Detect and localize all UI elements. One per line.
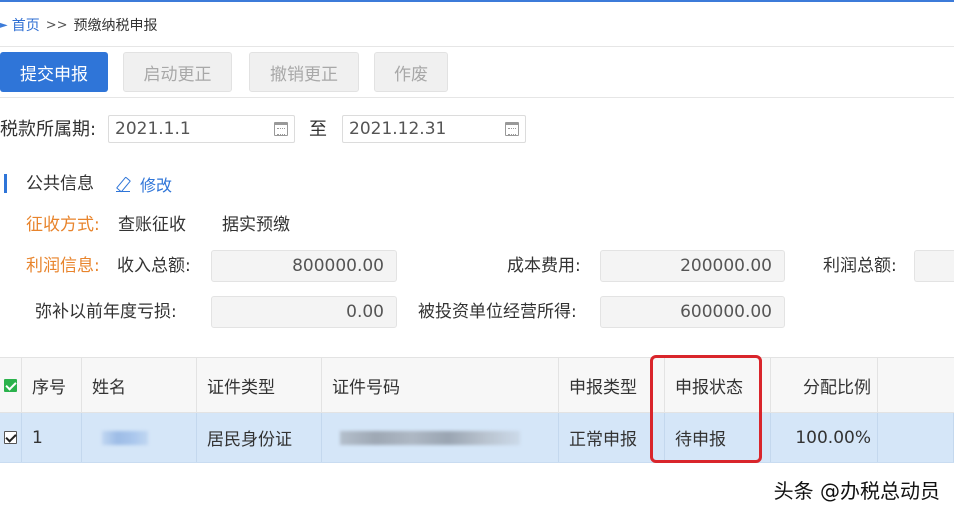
total-income-field: 800000.00 xyxy=(211,250,397,282)
status-highlight-box xyxy=(650,355,762,463)
row-name-cell xyxy=(82,413,197,462)
cost-field: 200000.00 xyxy=(600,250,785,282)
divider xyxy=(0,46,954,47)
cancel-correction-button[interactable]: 撤销更正 xyxy=(249,52,359,92)
row-extra xyxy=(878,413,954,462)
period-end-date-input[interactable]: 2021.12.31 xyxy=(342,115,526,143)
profit-info-label: 利润信息: xyxy=(26,256,100,276)
edit-label: 修改 xyxy=(140,176,173,195)
watermark: 头条 @办税总动员 xyxy=(773,479,940,503)
investee-income-label: 被投资单位经营所得: xyxy=(418,302,577,322)
header-name: 姓名 xyxy=(82,358,197,412)
row-select-cell[interactable] xyxy=(0,413,22,462)
select-all-cell[interactable] xyxy=(0,358,22,412)
row-ratio: 100.00% xyxy=(771,413,878,462)
investor-table: 序号 姓名 证件类型 证件号码 申报类型 申报状态 分配比例 1 居民身份证 正… xyxy=(0,357,954,463)
edit-public-info-link[interactable]: 修改 xyxy=(116,173,172,195)
row-id-type: 居民身份证 xyxy=(197,413,322,462)
breadcrumb-separator: >> xyxy=(45,17,68,33)
breadcrumb-current: 预缴纳税申报 xyxy=(73,18,158,34)
prior-loss-label: 弥补以前年度亏损: xyxy=(35,302,177,322)
edit-pen-icon xyxy=(116,176,132,192)
row-index: 1 xyxy=(22,413,82,462)
header-id-type: 证件类型 xyxy=(197,358,322,412)
breadcrumb-caret-icon: ► xyxy=(0,19,8,31)
select-all-checkbox[interactable] xyxy=(4,378,17,392)
cost-label: 成本费用: xyxy=(507,256,581,276)
period-start-value: 2021.1.1 xyxy=(115,119,191,139)
top-accent-line xyxy=(0,0,954,2)
redacted-id-number xyxy=(340,430,520,445)
public-info-title: 公共信息 xyxy=(26,174,94,194)
period-to-label: 至 xyxy=(309,119,327,140)
header-ratio: 分配比例 xyxy=(771,358,878,412)
calendar-icon[interactable] xyxy=(505,122,519,136)
table-header: 序号 姓名 证件类型 证件号码 申报类型 申报状态 分配比例 xyxy=(0,357,954,413)
section-marker xyxy=(4,174,7,193)
row-id-number-cell xyxy=(322,413,559,462)
row-checkbox[interactable] xyxy=(4,431,17,444)
calendar-icon[interactable] xyxy=(274,122,288,136)
period-start-date-input[interactable]: 2021.1.1 xyxy=(108,115,295,143)
investee-income-field: 600000.00 xyxy=(600,296,785,328)
header-index: 序号 xyxy=(22,358,82,412)
prior-loss-field: 0.00 xyxy=(211,296,397,328)
breadcrumb: ► 首页 >> 预缴纳税申报 xyxy=(0,14,158,36)
void-button[interactable]: 作废 xyxy=(374,52,448,92)
tax-period-label: 税款所属期: xyxy=(0,119,97,140)
total-profit-field xyxy=(914,250,954,282)
submit-filing-button[interactable]: 提交申报 xyxy=(0,52,108,92)
total-profit-label: 利润总额: xyxy=(823,256,897,276)
start-correction-button[interactable]: 启动更正 xyxy=(123,52,232,92)
collection-method-label: 征收方式: xyxy=(26,215,100,235)
period-end-value: 2021.12.31 xyxy=(349,119,447,139)
divider xyxy=(0,97,954,98)
collection-method-value: 查账征收 xyxy=(118,215,186,235)
prepay-method-value: 据实预缴 xyxy=(222,215,290,235)
total-income-label: 收入总额: xyxy=(117,256,191,276)
header-id-number: 证件号码 xyxy=(322,358,559,412)
breadcrumb-home-link[interactable]: 首页 xyxy=(12,15,40,35)
redacted-name xyxy=(102,430,148,445)
header-extra xyxy=(878,358,954,412)
table-row[interactable]: 1 居民身份证 正常申报 待申报 100.00% xyxy=(0,413,954,463)
